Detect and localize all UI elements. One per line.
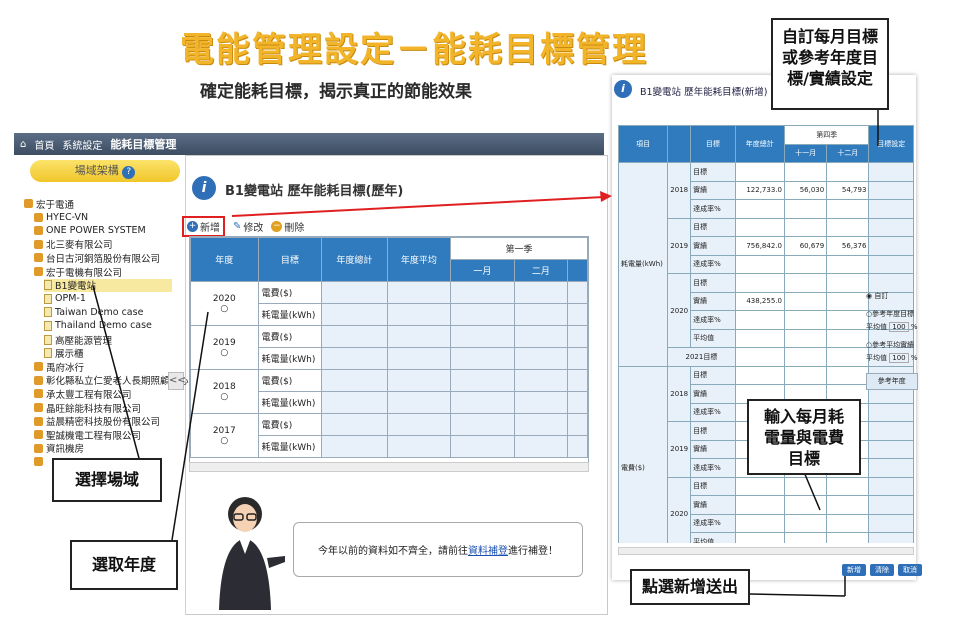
callout-choose-year: 選取年度 (70, 540, 178, 590)
callout-choose-site: 選擇場域 (52, 458, 162, 502)
callout-custom-target: 自訂每月目標 或參考年度目 標/實績設定 (771, 18, 889, 110)
callout-input-monthly: 輸入每月耗 電量與電費 目標 (747, 399, 861, 475)
callout-click-add: 點選新增送出 (630, 569, 750, 605)
